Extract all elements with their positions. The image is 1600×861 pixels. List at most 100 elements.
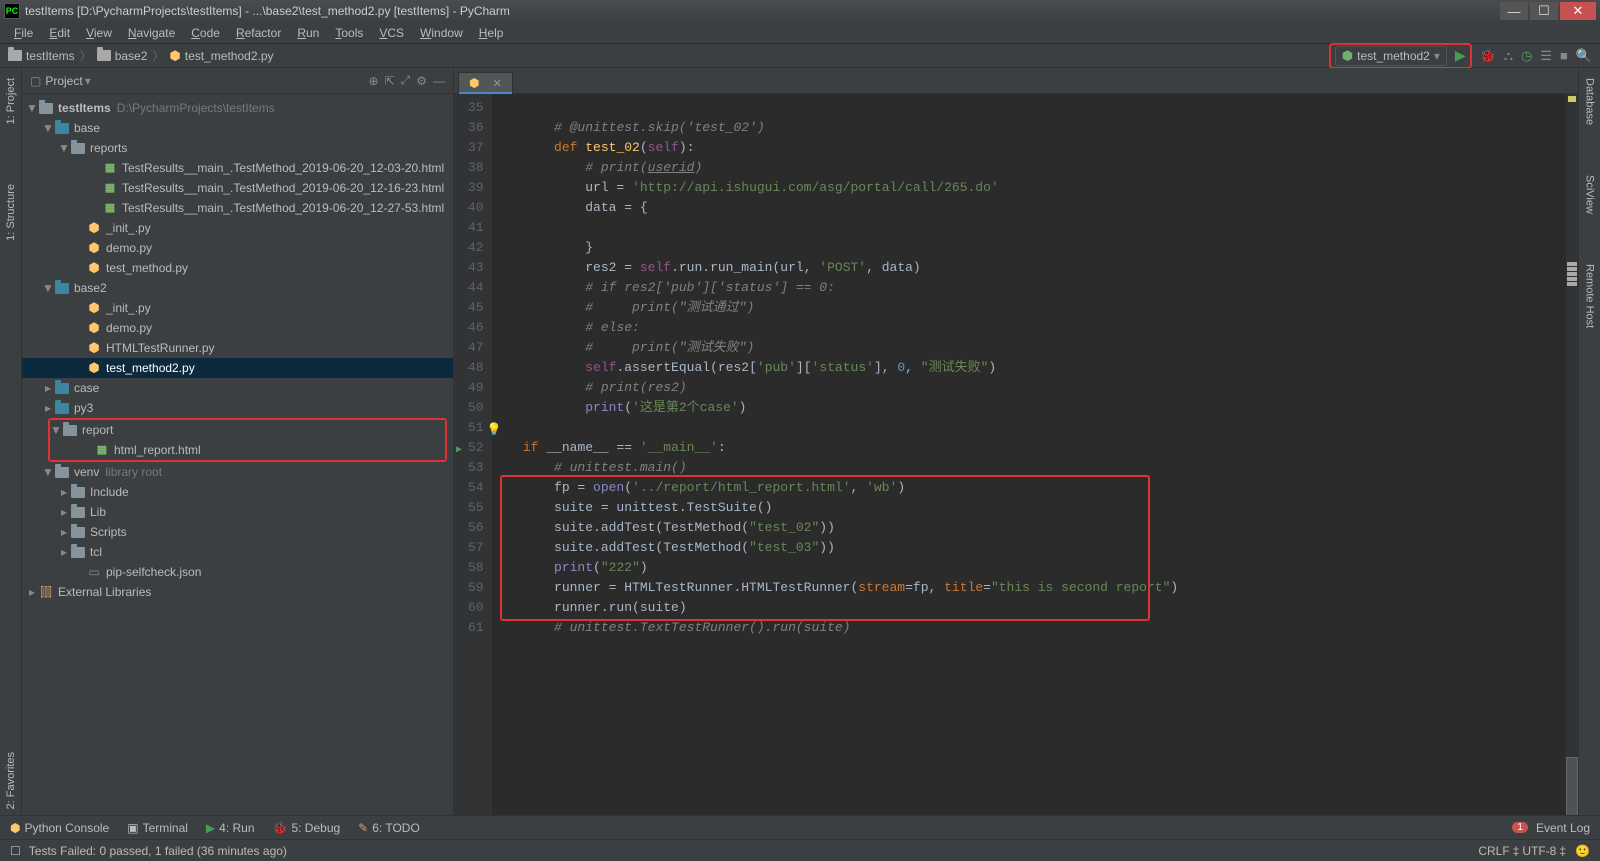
editor-code[interactable]: # @unittest.skip('test_02') def test_02(… <box>492 94 1179 817</box>
line-separator-indicator[interactable]: CRLF <box>1478 844 1509 858</box>
run-tool-button[interactable]: ▶4: Run <box>206 821 255 835</box>
tree-file-pipselfcheck[interactable]: ▭pip-selfcheck.json <box>22 562 453 582</box>
run-config-selector[interactable]: ⬢ test_method2 ▾ <box>1335 46 1447 66</box>
run-config-highlight: ⬢ test_method2 ▾ ▶ <box>1329 43 1472 69</box>
left-tool-rail: 1: Project 1: Structure 2: Favorites <box>0 68 22 839</box>
tree-file-report-html[interactable]: ▦TestResults__main_.TestMethod_2019-06-2… <box>22 158 453 178</box>
structure-tool-button[interactable]: 1: Structure <box>5 184 17 241</box>
status-message: Tests Failed: 0 passed, 1 failed (36 min… <box>29 844 287 858</box>
profile-button[interactable]: ◷ <box>1521 48 1532 64</box>
hide-panel-icon[interactable]: — <box>433 74 445 88</box>
settings-icon[interactable]: ⚙ <box>416 74 427 88</box>
collapse-all-icon[interactable]: ⇱ <box>385 74 395 88</box>
python-icon: ⬢ <box>169 48 180 64</box>
close-button[interactable]: ✕ <box>1560 2 1596 20</box>
todo-icon: ✎ <box>358 821 368 835</box>
menu-navigate[interactable]: Navigate <box>120 23 183 43</box>
tree-file-init2[interactable]: ⬢_init_.py <box>22 298 453 318</box>
tree-file-testmethod[interactable]: ⬢test_method.py <box>22 258 453 278</box>
tree-folder-include[interactable]: ▸Include <box>22 482 453 502</box>
inspections-icon[interactable]: 🙂 <box>1575 844 1590 858</box>
status-tool-icon[interactable]: ☐ <box>10 844 21 858</box>
tree-folder-tcl[interactable]: ▸tcl <box>22 542 453 562</box>
folder-icon <box>8 50 22 61</box>
right-tool-rail: Database SciView Remote Host <box>1578 68 1600 839</box>
project-panel-title[interactable]: Project <box>45 74 82 88</box>
coverage-button[interactable]: ⛬ <box>1504 48 1513 64</box>
search-everywhere-icon[interactable]: 🔍 <box>1576 48 1592 64</box>
window-titlebar: PC testItems [D:\PycharmProjects\testIte… <box>0 0 1600 22</box>
tree-file-htmltestrunner[interactable]: ⬢HTMLTestRunner.py <box>22 338 453 358</box>
scroll-from-source-icon[interactable]: ⊕ <box>369 74 379 88</box>
play-icon: ▶ <box>206 821 215 835</box>
project-tree[interactable]: ▼testItemsD:\PycharmProjects\testItems ▼… <box>22 94 453 839</box>
tree-file-report-html[interactable]: ▦TestResults__main_.TestMethod_2019-06-2… <box>22 198 453 218</box>
database-tool-button[interactable]: Database <box>1584 78 1596 125</box>
tree-folder-case[interactable]: ▸case <box>22 378 453 398</box>
expand-all-icon[interactable]: ⤢ <box>401 73 411 88</box>
tree-folder-base[interactable]: ▼base <box>22 118 453 138</box>
bug-icon: 🐞 <box>273 821 288 835</box>
tree-folder-base2[interactable]: ▼base2 <box>22 278 453 298</box>
run-button[interactable]: ▶ <box>1455 47 1466 64</box>
menu-help[interactable]: Help <box>471 23 512 43</box>
menu-tools[interactable]: Tools <box>327 23 371 43</box>
favorites-tool-button[interactable]: 2: Favorites <box>5 752 17 809</box>
tree-file-demo2[interactable]: ⬢demo.py <box>22 318 453 338</box>
terminal-button[interactable]: ▣Terminal <box>127 821 188 835</box>
menu-edit[interactable]: Edit <box>41 23 78 43</box>
sciview-tool-button[interactable]: SciView <box>1584 175 1596 214</box>
event-log-button[interactable]: 1Event Log <box>1512 821 1590 835</box>
chevron-down-icon[interactable]: ▾ <box>85 74 91 88</box>
editor-tab-testmethod2[interactable]: ⬢ ✕ <box>458 72 513 93</box>
debug-tool-button[interactable]: 🐞5: Debug <box>273 821 341 835</box>
tree-folder-scripts[interactable]: ▸Scripts <box>22 522 453 542</box>
tree-file-testmethod2[interactable]: ⬢test_method2.py <box>22 358 453 378</box>
breadcrumb-file[interactable]: ⬢test_method2.py <box>169 48 273 64</box>
tree-root[interactable]: ▼testItemsD:\PycharmProjects\testItems <box>22 98 453 118</box>
tree-file-htmlreport[interactable]: ▦html_report.html <box>50 440 445 460</box>
close-tab-icon[interactable]: ✕ <box>492 77 501 90</box>
menu-code[interactable]: Code <box>183 23 228 43</box>
stop-button[interactable]: ■ <box>1560 48 1568 63</box>
maximize-button[interactable]: ☐ <box>1530 2 1558 20</box>
tree-folder-reports[interactable]: ▼reports <box>22 138 453 158</box>
tree-folder-report[interactable]: ▼report <box>50 420 445 440</box>
tree-folder-py3[interactable]: ▸py3 <box>22 398 453 418</box>
tree-external-libraries[interactable]: ▸⫿⫿⫿External Libraries <box>22 582 453 602</box>
tree-file-report-html[interactable]: ▦TestResults__main_.TestMethod_2019-06-2… <box>22 178 453 198</box>
editor-gutter[interactable]: 3536373839404142434445464748495051💡▶5253… <box>454 94 492 817</box>
menu-refactor[interactable]: Refactor <box>228 23 289 43</box>
tree-folder-venv[interactable]: ▼venvlibrary root <box>22 462 453 482</box>
encoding-indicator[interactable]: UTF-8 <box>1522 844 1556 858</box>
terminal-icon: ▣ <box>127 821 138 835</box>
tree-file-init[interactable]: ⬢_init_.py <box>22 218 453 238</box>
editor-area: ⬢ ✕ 3536373839404142434445464748495051💡▶… <box>454 68 1578 839</box>
bottom-tool-tabs: ⬢Python Console ▣Terminal ▶4: Run 🐞5: De… <box>0 815 1600 839</box>
breadcrumb-root[interactable]: testItems <box>8 49 75 63</box>
debug-button[interactable]: 🐞 <box>1480 48 1496 64</box>
editor-tabs: ⬢ ✕ <box>454 68 1578 94</box>
python-console-button[interactable]: ⬢Python Console <box>10 821 109 835</box>
minimize-button[interactable]: — <box>1500 2 1528 20</box>
menu-vcs[interactable]: VCS <box>371 23 412 43</box>
menu-view[interactable]: View <box>78 23 120 43</box>
run-config-name: test_method2 <box>1357 49 1430 63</box>
tree-folder-lib[interactable]: ▸Lib <box>22 502 453 522</box>
menu-file[interactable]: File <box>6 23 41 43</box>
concurrency-button[interactable]: ☰ <box>1540 48 1552 64</box>
breadcrumb-folder[interactable]: base2 <box>97 49 148 63</box>
python-icon: ⬢ <box>10 821 20 835</box>
tree-file-demo[interactable]: ⬢demo.py <box>22 238 453 258</box>
todo-tool-button[interactable]: ✎6: TODO <box>358 821 420 835</box>
project-tool-button[interactable]: 1: Project <box>5 78 17 124</box>
project-panel: ▢ Project ▾ ⊕ ⇱ ⤢ ⚙ — ▼testItemsD:\Pycha… <box>22 68 454 839</box>
project-icon: ▢ <box>30 74 41 88</box>
code-editor[interactable]: 3536373839404142434445464748495051💡▶5253… <box>454 94 1578 817</box>
remotehost-tool-button[interactable]: Remote Host <box>1584 264 1596 328</box>
editor-scrollbar[interactable] <box>1566 94 1578 817</box>
menu-window[interactable]: Window <box>412 23 471 43</box>
navigation-bar: testItems 〉 base2 〉 ⬢test_method2.py ⬢ t… <box>0 44 1600 68</box>
menu-run[interactable]: Run <box>289 23 327 43</box>
chevron-down-icon: ▾ <box>1434 49 1440 63</box>
